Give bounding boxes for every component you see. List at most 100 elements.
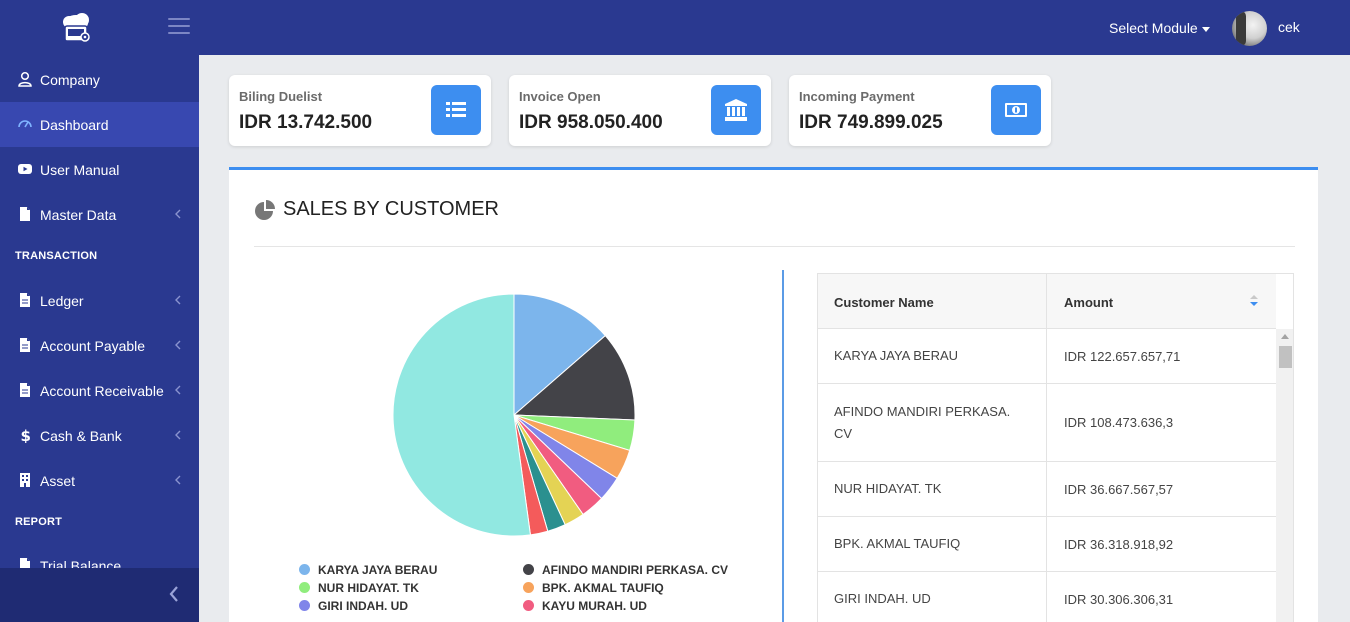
card-billing-duelist[interactable]: Biling Duelist IDR 13.742.500 <box>229 75 491 146</box>
table-scrollbar[interactable] <box>1276 329 1293 622</box>
card-title: Biling Duelist <box>239 89 323 104</box>
section-header-transaction: TRANSACTION <box>15 250 98 262</box>
chevron-left-icon <box>175 295 181 305</box>
legend-item[interactable]: BPK. AKMAL TAUFIQ <box>523 581 664 595</box>
money-icon <box>991 85 1041 135</box>
select-module-dropdown[interactable]: Select Module <box>1109 20 1210 36</box>
pie-slice-10[interactable] <box>392 293 532 537</box>
sidebar-item-ledger[interactable]: Ledger <box>0 278 199 323</box>
dollar-icon: $ <box>21 427 31 443</box>
legend-dot-icon <box>299 582 310 593</box>
legend-label: KAYU MURAH. UD <box>542 599 647 613</box>
top-navbar: Select Module cek <box>0 0 1350 55</box>
card-value: IDR 749.899.025 <box>799 112 943 133</box>
svg-text:$: $ <box>21 427 31 443</box>
sidebar-item-company[interactable]: Company <box>0 57 199 102</box>
cell-customer-name: GIRI INDAH. UD <box>818 572 1047 622</box>
header-spacer <box>1276 274 1293 329</box>
customer-sales-table: Customer Name Amount KARYA JAYA BERAU ID… <box>817 273 1294 622</box>
bank-icon <box>711 85 761 135</box>
card-value: IDR 958.050.400 <box>519 112 663 133</box>
file-icon <box>20 207 30 221</box>
table-row[interactable]: NUR HIDAYAT. TK IDR 36.667.567,57 <box>818 462 1276 517</box>
legend-item[interactable]: GIRI INDAH. UD <box>299 599 408 613</box>
file-icon <box>20 338 30 352</box>
sidebar-item-account-payable[interactable]: Account Payable <box>0 323 199 368</box>
column-header-label: Amount <box>1064 295 1114 310</box>
user-icon <box>18 71 32 87</box>
column-header-customer-name[interactable]: Customer Name <box>818 274 1047 329</box>
sidebar-item-account-receivable[interactable]: Account Receivable <box>0 368 199 413</box>
legend-item[interactable]: KARYA JAYA BERAU <box>299 563 437 577</box>
sidebar-item-label: Ledger <box>40 293 84 309</box>
file-icon <box>20 383 30 397</box>
sidebar-item-dashboard[interactable]: Dashboard <box>0 102 199 147</box>
sales-pie-chart[interactable] <box>389 290 639 540</box>
youtube-icon <box>18 164 32 174</box>
column-header-label: Customer Name <box>834 295 934 310</box>
legend-label: KARYA JAYA BERAU <box>318 563 438 577</box>
legend-dot-icon <box>523 600 534 611</box>
table-row[interactable]: KARYA JAYA BERAU IDR 122.657.657,71 <box>818 329 1276 384</box>
legend-label: NUR HIDAYAT. TK <box>318 581 419 595</box>
username[interactable]: cek <box>1278 19 1300 35</box>
chevron-left-icon <box>175 209 181 219</box>
sidebar-item-label: User Manual <box>40 162 120 178</box>
card-value: IDR 13.742.500 <box>239 112 373 133</box>
avatar[interactable] <box>1232 11 1267 46</box>
sales-by-customer-panel: SALES BY CUSTOMER KARYA JAYA BERAU AFINDO… <box>229 167 1318 622</box>
sidebar-item-user-manual[interactable]: User Manual <box>0 147 199 192</box>
sidebar-item-label: Asset <box>40 473 76 489</box>
building-icon <box>20 473 30 487</box>
list-icon <box>431 85 481 135</box>
sidebar-item-cash-bank[interactable]: $ Cash & Bank <box>0 413 199 458</box>
cell-amount: IDR 108.473.636,3 <box>1064 415 1174 430</box>
app-logo-icon[interactable] <box>58 11 94 45</box>
legend-label: BPK. AKMAL TAUFIQ <box>542 581 664 595</box>
cell-amount: IDR 36.318.918,92 <box>1064 536 1174 552</box>
cell-customer-name: KARYA JAYA BERAU <box>818 329 1047 383</box>
sidebar-item-asset[interactable]: Asset <box>0 458 199 503</box>
legend-dot-icon <box>523 564 534 575</box>
cell-customer-name: NUR HIDAYAT. TK <box>818 462 1047 516</box>
cell-amount: IDR 122.657.657,71 <box>1064 348 1181 364</box>
sidebar-item-master-data[interactable]: Master Data <box>0 192 199 237</box>
pie-chart-icon <box>255 200 275 220</box>
select-module-label: Select Module <box>1109 20 1198 36</box>
chevron-left-icon <box>175 475 181 485</box>
legend-dot-icon <box>523 582 534 593</box>
table-row[interactable]: AFINDO MANDIRI PERKASA. CV IDR 108.473.6… <box>818 384 1276 462</box>
card-title: Invoice Open <box>519 89 601 104</box>
sidebar: Company Dashboard User Manual Master Dat… <box>0 55 199 622</box>
scroll-up-arrow-icon[interactable] <box>1281 334 1289 339</box>
legend-item[interactable]: KAYU MURAH. UD <box>523 599 647 613</box>
legend-item[interactable]: AFINDO MANDIRI PERKASA. CV <box>523 563 728 577</box>
card-invoice-open[interactable]: Invoice Open IDR 958.050.400 <box>509 75 771 146</box>
sidebar-footer <box>0 568 199 622</box>
caret-down-icon <box>1201 26 1210 32</box>
section-header-report: REPORT <box>15 516 63 528</box>
card-title: Incoming Payment <box>799 89 915 104</box>
cell-amount: IDR 36.667.567,57 <box>1064 481 1174 497</box>
column-header-amount[interactable]: Amount <box>1047 274 1276 329</box>
legend-label: AFINDO MANDIRI PERKASA. CV <box>542 563 729 577</box>
panel-title: SALES BY CUSTOMER <box>283 198 499 220</box>
legend-dot-icon <box>299 600 310 611</box>
sidebar-toggle-button[interactable] <box>168 18 190 36</box>
legend-item[interactable]: NUR HIDAYAT. TK <box>299 581 419 595</box>
chevron-left-icon <box>175 385 181 395</box>
dashboard-icon <box>18 120 32 128</box>
table-row[interactable]: GIRI INDAH. UD IDR 30.306.306,31 <box>818 572 1276 622</box>
table-row[interactable]: BPK. AKMAL TAUFIQ IDR 36.318.918,92 <box>818 517 1276 572</box>
chevron-left-icon <box>175 340 181 350</box>
file-icon <box>20 293 30 307</box>
sort-icon[interactable] <box>1249 294 1259 308</box>
sidebar-item-label: Master Data <box>40 207 117 223</box>
legend-dot-icon <box>299 564 310 575</box>
sidebar-item-label: Cash & Bank <box>40 428 122 444</box>
cell-customer-name: AFINDO MANDIRI PERKASA. CV <box>818 384 1047 461</box>
collapse-sidebar-icon[interactable] <box>166 584 182 604</box>
card-incoming-payment[interactable]: Incoming Payment IDR 749.899.025 <box>789 75 1051 146</box>
sidebar-item-label: Account Receivable <box>40 383 164 399</box>
scroll-thumb[interactable] <box>1279 346 1292 368</box>
